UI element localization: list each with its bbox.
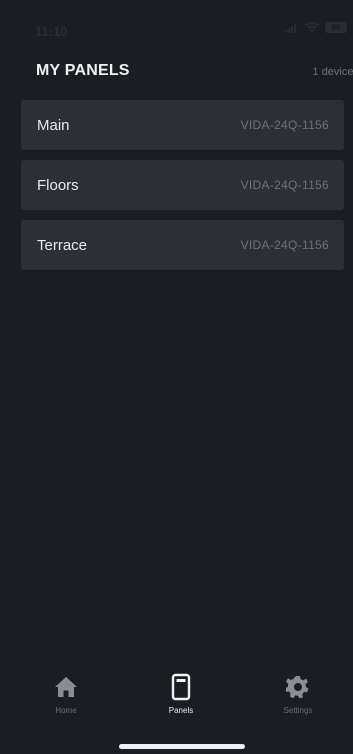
nav-label-settings: Settings	[283, 706, 313, 715]
nav-label-home: Home	[55, 706, 77, 715]
battery-icon: 86	[325, 22, 347, 33]
nav-label-panels: Panels	[168, 706, 194, 715]
signal-icon	[285, 23, 299, 33]
panel-icon	[171, 672, 191, 702]
gear-icon	[286, 672, 310, 702]
panel-name: Floors	[37, 176, 79, 194]
nav-panels[interactable]: Panels	[141, 672, 221, 728]
page-title: MY PANELS	[36, 62, 130, 79]
nav-settings[interactable]: Settings	[258, 672, 338, 728]
panel-serial: VIDA-24Q-1156	[240, 178, 329, 192]
panel-item-terrace[interactable]: Terrace VIDA-24Q-1156	[21, 220, 344, 270]
nav-home[interactable]: Home	[26, 672, 106, 728]
panel-serial: VIDA-24Q-1156	[240, 118, 329, 132]
wifi-icon	[305, 22, 319, 33]
device-count: 1 devices	[312, 66, 353, 78]
header: MY PANELS 1 devices	[36, 62, 353, 86]
home-indicator[interactable]	[119, 744, 245, 749]
panel-item-floors[interactable]: Floors VIDA-24Q-1156	[21, 160, 344, 210]
panel-name: Main	[37, 116, 70, 134]
bottom-nav: Home Panels Settings	[0, 672, 353, 732]
panel-serial: VIDA-24Q-1156	[240, 238, 329, 252]
panel-list: Main VIDA-24Q-1156 Floors VIDA-24Q-1156 …	[21, 100, 344, 280]
status-icons: 86	[285, 22, 347, 33]
home-icon	[54, 672, 78, 702]
panel-item-main[interactable]: Main VIDA-24Q-1156	[21, 100, 344, 150]
panel-name: Terrace	[37, 236, 88, 254]
status-bar: 11:10 86	[0, 0, 353, 44]
status-time: 11:10	[35, 24, 68, 39]
